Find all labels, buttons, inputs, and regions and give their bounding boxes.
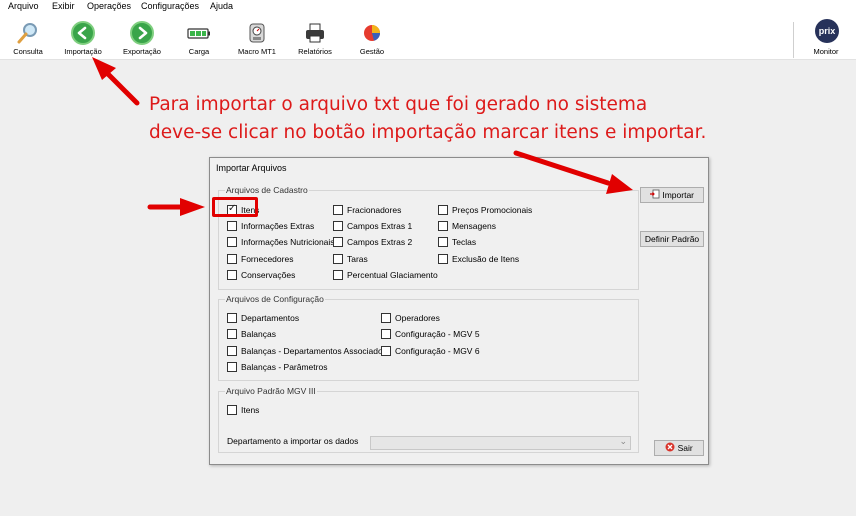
arrow-to-importar-button	[513, 150, 633, 194]
arrow-to-itens	[147, 198, 205, 216]
annotation-arrows	[92, 57, 633, 216]
arrow-to-importacao	[92, 57, 140, 106]
